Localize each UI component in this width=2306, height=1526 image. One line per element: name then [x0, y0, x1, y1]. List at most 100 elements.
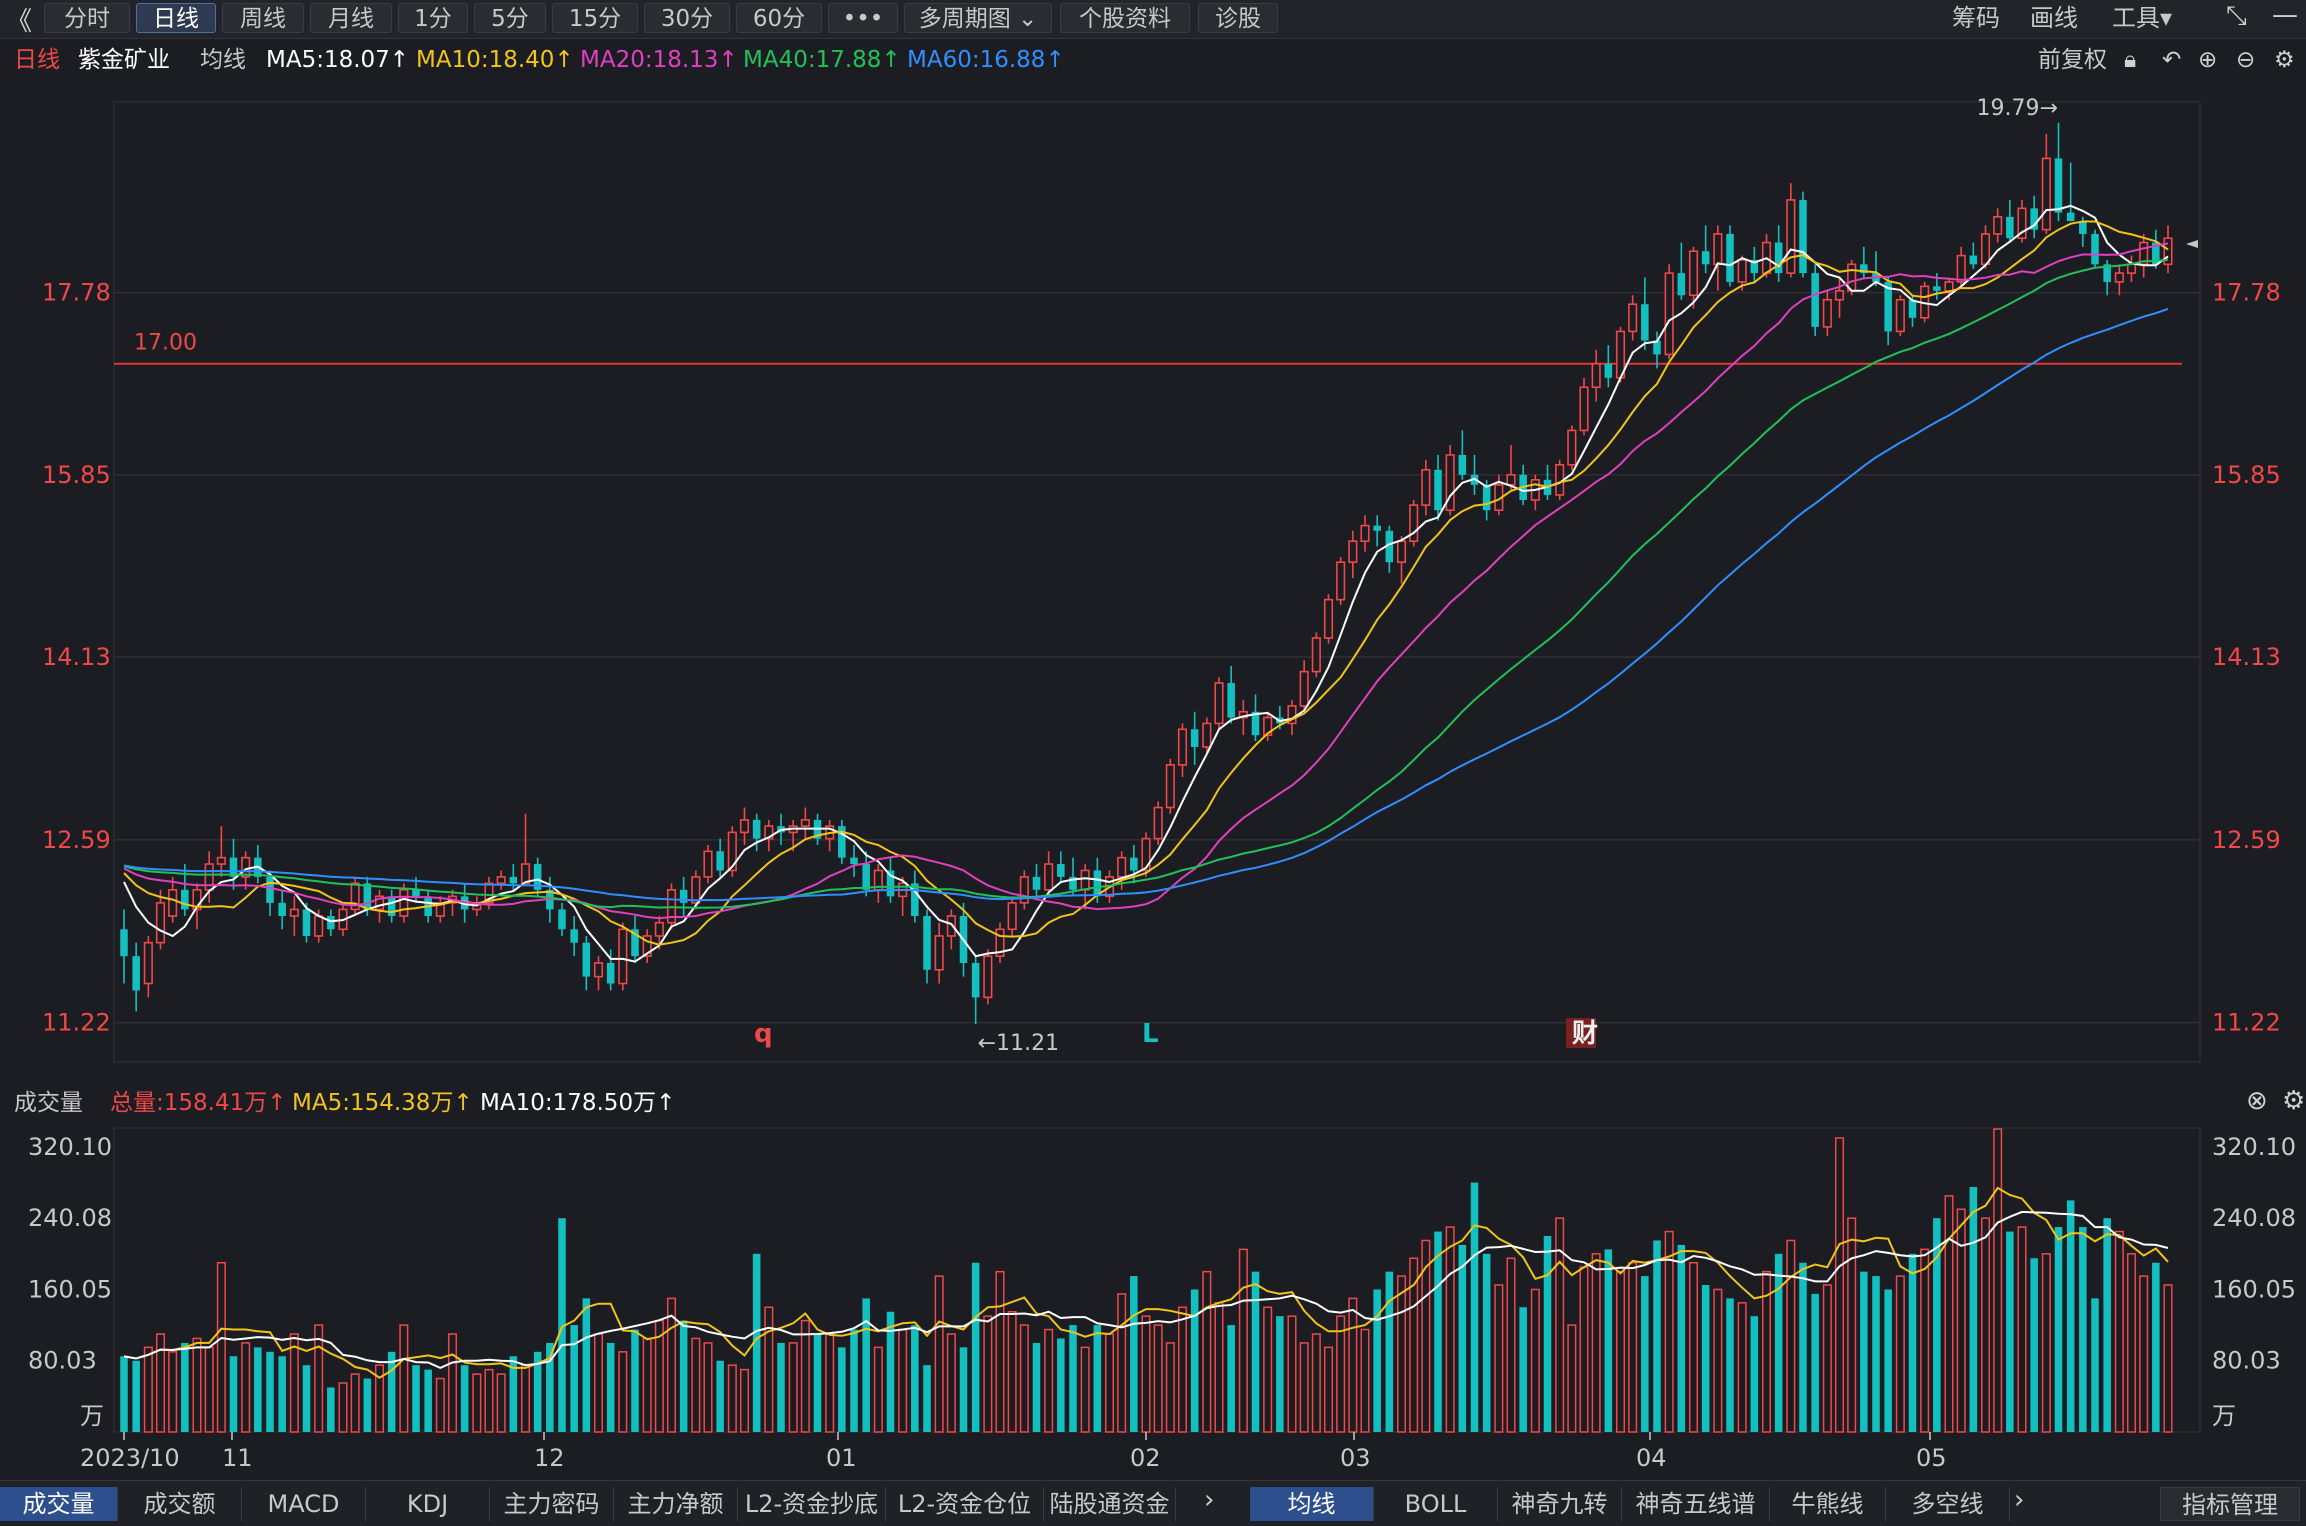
period-button-0[interactable]: 分时 — [44, 3, 130, 33]
volume-bar-59 — [838, 1347, 846, 1432]
candle-body-49 — [716, 851, 724, 871]
overlay-tab-2[interactable]: 神奇九转 — [1498, 1487, 1622, 1521]
price-chart[interactable]: 17.78 17.78 15.85 15.85 14.13 14.13 12.59 12.59… — [0, 80, 2306, 1080]
period-button-1[interactable]: 日线 — [136, 3, 216, 33]
volume-chart[interactable]: 320.10 320.10 240.08 240.08 160.05 160.05 80.0… — [0, 1124, 2306, 1480]
volume-bar-142 — [1847, 1217, 1857, 1433]
minimize-icon[interactable]: — — [2272, 0, 2298, 30]
candle-body-107 — [1421, 469, 1431, 506]
period-button-12[interactable]: 诊股 — [1198, 3, 1278, 33]
volume-bar-40 — [606, 1342, 615, 1432]
price-tick-left-4: 11.22 — [42, 1009, 111, 1037]
volume-bar-136 — [1774, 1253, 1783, 1432]
ma-label[interactable]: 均线 — [200, 42, 246, 78]
volume-bar-79 — [1080, 1346, 1090, 1433]
volume-bar-65 — [911, 1325, 919, 1432]
volume-bar-28 — [460, 1365, 469, 1432]
volume-settings-icon[interactable]: ⚙ — [2282, 1086, 2305, 1116]
period-button-2[interactable]: 周线 — [222, 3, 304, 33]
volume-bar-167 — [2152, 1262, 2160, 1432]
indicator-tab-4[interactable]: 主力密码 — [490, 1487, 614, 1521]
volume-tick-left-0: 320.10 — [28, 1133, 112, 1161]
volume-title: 成交量 — [14, 1090, 83, 1116]
chevron-right-icon[interactable]: › — [1204, 1485, 1214, 1515]
overlay-tab-3[interactable]: 神奇五线谱 — [1622, 1487, 1770, 1521]
back-icon[interactable]: 《 — [6, 1, 32, 38]
candle-body-83 — [1130, 857, 1138, 871]
candle-body-159 — [2054, 158, 2063, 213]
candle-body-87 — [1177, 728, 1188, 766]
date-label-6: 04 — [1636, 1444, 1667, 1472]
zoom-out-icon[interactable]: ⊖ — [2236, 42, 2255, 78]
volume-bar-72 — [995, 1270, 1005, 1433]
volume-bar-12 — [266, 1351, 274, 1432]
volume-bar-25 — [424, 1369, 432, 1432]
candle-body-103 — [1373, 525, 1381, 531]
zoom-in-icon[interactable]: ⊕ — [2198, 42, 2217, 78]
volume-bar-31 — [496, 1373, 506, 1433]
overlay-tab-1[interactable]: BOLL — [1374, 1487, 1498, 1521]
period-button-11[interactable]: 个股资料 — [1060, 3, 1190, 33]
period-button-4[interactable]: 1分 — [398, 3, 468, 33]
adjust-label[interactable]: 前复权 — [2038, 42, 2107, 78]
settings-icon[interactable]: ⚙ — [2274, 42, 2295, 78]
volume-bar-115 — [1519, 1307, 1527, 1432]
candle-body-99 — [1323, 598, 1334, 639]
overlay-tab-5[interactable]: 多空线 — [1886, 1487, 2010, 1521]
volume-bar-110 — [1458, 1244, 1467, 1432]
candle-body-0 — [120, 929, 128, 957]
ma20-line — [123, 242, 2169, 920]
plot-frame — [113, 101, 2201, 1063]
volume-bar-145 — [1884, 1289, 1892, 1432]
undo-icon[interactable]: ↶ — [2162, 42, 2181, 78]
candle-body-48 — [703, 850, 713, 878]
date-label-7: 05 — [1916, 1444, 1947, 1472]
date-label-1: 11 — [222, 1444, 253, 1472]
volume-tick-right-1: 240.08 — [2212, 1204, 2296, 1232]
indicator-tab-5[interactable]: 主力净额 — [614, 1487, 738, 1521]
indicator-tab-7[interactable]: L2-资金仓位 — [886, 1487, 1044, 1521]
indicator-tab-6[interactable]: L2-资金抄底 — [738, 1487, 886, 1521]
period-button-8[interactable]: 60分 — [736, 3, 822, 33]
indicator-tab-3[interactable]: KDJ — [366, 1487, 490, 1521]
volume-bar-130 — [1701, 1285, 1710, 1432]
toolbar-right-2[interactable]: 工具▾ — [2112, 3, 2172, 33]
candle-body-153 — [1980, 233, 1991, 266]
indicator-tab-1[interactable]: 成交额 — [118, 1487, 242, 1521]
volume-bar-101 — [1348, 1297, 1358, 1433]
indicator-tab-8[interactable]: 陆股通资金 — [1044, 1487, 1176, 1521]
stock-name: 紫金矿业 — [78, 47, 170, 73]
chevron-right-icon-2[interactable]: › — [2014, 1485, 2024, 1515]
period-button-5[interactable]: 5分 — [474, 3, 546, 33]
price-tick-left-1: 15.85 — [42, 461, 111, 489]
toolbar-right-1[interactable]: 画线 — [2030, 3, 2078, 33]
candle-body-3 — [155, 902, 166, 944]
expand-icon[interactable]: ⤡ — [2226, 1, 2247, 32]
overlay-tab-4[interactable]: 牛熊线 — [1770, 1487, 1886, 1521]
ma40-line — [123, 258, 2169, 909]
period-button-10[interactable]: 多周期图 ⌄ — [904, 3, 1052, 33]
indicator-manage-button[interactable]: 指标管理 — [2160, 1487, 2300, 1521]
volume-bar-100 — [1336, 1315, 1346, 1433]
period-button-7[interactable]: 30分 — [644, 3, 730, 33]
overlay-tab-0[interactable]: 均线 — [1250, 1487, 1374, 1521]
candle-body-39 — [593, 962, 604, 978]
period-button-6[interactable]: 15分 — [552, 3, 638, 33]
indicator-tab-0[interactable]: 成交量 — [0, 1487, 118, 1521]
toolbar-right-0[interactable]: 筹码 — [1952, 3, 2000, 33]
volume-bar-19 — [350, 1373, 360, 1433]
period-button-9[interactable]: ••• — [828, 3, 898, 33]
indicator-tab-2[interactable]: MACD — [242, 1487, 366, 1521]
volume-bar-20 — [363, 1378, 372, 1432]
candle-body-20 — [363, 883, 372, 910]
volume-bar-146 — [1895, 1275, 1905, 1433]
ma60-value: MA60:16.88↑ — [907, 47, 1065, 73]
candle-body-165 — [2126, 263, 2137, 274]
close-icon[interactable]: ⊗ — [2246, 1086, 2268, 1116]
volume-bar-126 — [1653, 1240, 1661, 1432]
period-button-3[interactable]: 月线 — [310, 3, 392, 33]
indicator-tab-bar: 成交量 成交额 MACD KDJ 主力密码 主力净额 L2-资金抄底 L2-资金仓位 陆股通资金… — [0, 1480, 2306, 1526]
volume-bar-92 — [1238, 1248, 1248, 1433]
volume-tick-right-0: 320.10 — [2212, 1133, 2296, 1161]
lock-icon[interactable]: 🔒︎ — [2124, 42, 2136, 78]
